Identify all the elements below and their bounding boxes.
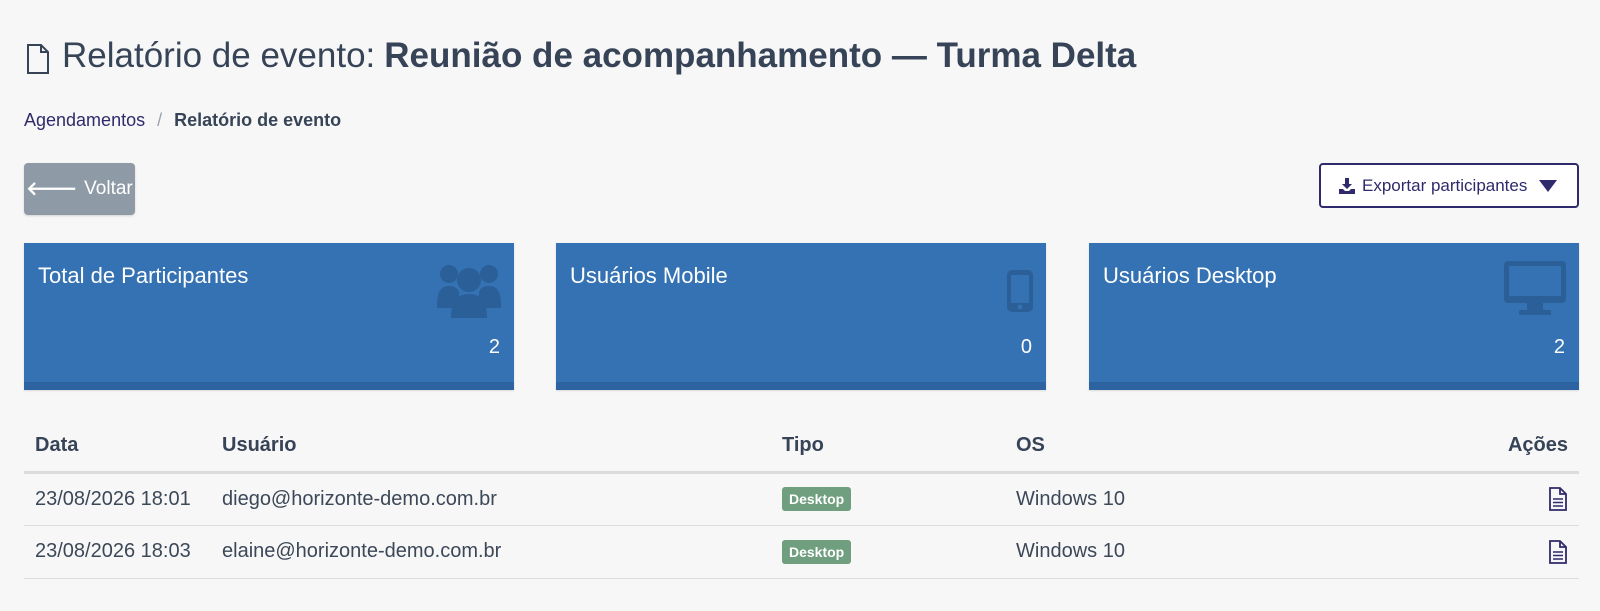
column-header-usuario: Usuário bbox=[211, 420, 771, 474]
page-title: Relatório de evento: Reunião de acompanh… bbox=[26, 36, 1136, 76]
card-mobile-users: Usuários Mobile 0 bbox=[556, 243, 1046, 390]
export-participants-button[interactable]: Exportar participantes bbox=[1319, 163, 1579, 208]
card-value: 0 bbox=[1020, 336, 1032, 358]
card-value: 2 bbox=[488, 336, 500, 358]
type-badge: Desktop bbox=[782, 487, 852, 511]
table-row: 23/08/2026 18:03 elaine@horizonte-demo.c… bbox=[24, 525, 1579, 579]
column-header-os: OS bbox=[1005, 420, 1358, 474]
cell-user: elaine@horizonte-demo.com.br bbox=[211, 525, 771, 579]
card-total-participants: Total de Participantes 2 bbox=[24, 243, 514, 390]
column-header-data: Data bbox=[24, 420, 211, 474]
breadcrumb-separator: / bbox=[157, 110, 163, 130]
cell-type: Desktop bbox=[771, 525, 1005, 579]
download-icon bbox=[1339, 177, 1355, 194]
card-desktop-users: Usuários Desktop 2 bbox=[1089, 243, 1579, 390]
cell-date: 23/08/2026 18:01 bbox=[24, 472, 211, 526]
cell-user: diego@horizonte-demo.com.br bbox=[211, 472, 771, 526]
table-header-row: Data Usuário Tipo OS Ações bbox=[24, 420, 1579, 474]
caret-down-icon bbox=[1539, 179, 1558, 192]
cell-actions bbox=[1357, 472, 1579, 526]
document-icon bbox=[27, 44, 49, 74]
card-title: Total de Participantes bbox=[38, 263, 249, 288]
title-prefix: Relatório de evento: bbox=[62, 36, 376, 75]
column-header-acoes: Ações bbox=[1357, 420, 1579, 474]
breadcrumb-link-agendamentos[interactable]: Agendamentos bbox=[24, 110, 145, 131]
cell-os: Windows 10 bbox=[1005, 525, 1358, 579]
breadcrumb: Agendamentos / Relatório de evento bbox=[24, 110, 341, 131]
desktop-monitor-icon bbox=[1504, 261, 1566, 315]
cell-type: Desktop bbox=[771, 472, 1005, 526]
table-row: 23/08/2026 18:01 diego@horizonte-demo.co… bbox=[24, 472, 1579, 526]
participants-table: Data Usuário Tipo OS Ações 23/08/2026 18… bbox=[24, 420, 1579, 579]
mobile-phone-icon bbox=[1007, 270, 1033, 312]
back-button-label: Voltar bbox=[84, 178, 133, 199]
card-value: 2 bbox=[1553, 336, 1565, 358]
view-report-icon[interactable] bbox=[1548, 487, 1568, 511]
cell-actions bbox=[1357, 525, 1579, 579]
card-title: Usuários Desktop bbox=[1103, 263, 1277, 288]
cell-date: 23/08/2026 18:03 bbox=[24, 525, 211, 579]
export-button-label: Exportar participantes bbox=[1362, 175, 1528, 195]
breadcrumb-current: Relatório de evento bbox=[174, 110, 342, 130]
arrow-left-icon: 🡐 bbox=[26, 179, 78, 200]
card-title: Usuários Mobile bbox=[570, 263, 728, 288]
type-badge: Desktop bbox=[782, 539, 852, 564]
event-name: Reunião de acompanhamento — Turma Delta bbox=[384, 36, 1137, 75]
back-button[interactable]: 🡐 Voltar bbox=[24, 163, 135, 215]
column-header-tipo: Tipo bbox=[771, 420, 1005, 474]
view-report-icon[interactable] bbox=[1548, 539, 1568, 564]
users-group-icon bbox=[437, 265, 501, 318]
cell-os: Windows 10 bbox=[1005, 472, 1358, 526]
